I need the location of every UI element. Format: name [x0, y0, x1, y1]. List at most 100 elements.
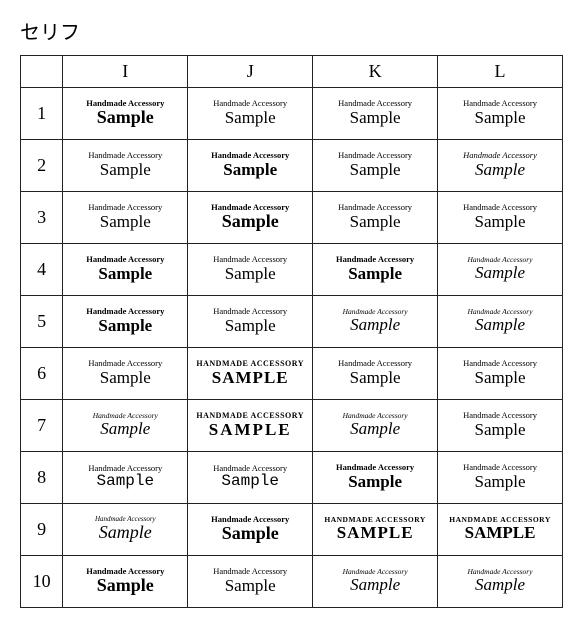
- row-number: 1: [21, 88, 63, 140]
- cell-bottom-text: Sample: [225, 265, 276, 284]
- row-number: 4: [21, 244, 63, 296]
- cell-bottom-text: Sample: [98, 317, 152, 336]
- font-sample-table: I J K L 1Handmade AccessorySampleHandmad…: [20, 55, 563, 608]
- font-sample-cell: Handmade AccessorySample: [188, 192, 313, 244]
- cell-bottom-text: Sample: [350, 316, 400, 335]
- font-sample-cell: Handmade AccessorySample: [313, 244, 438, 296]
- col-header-empty: [21, 56, 63, 88]
- font-sample-cell: Handmade AccessorySample: [188, 556, 313, 608]
- font-sample-cell: Handmade AccessorySample: [63, 88, 188, 140]
- cell-bottom-text: Sample: [222, 524, 279, 544]
- cell-bottom-text: Sample: [97, 576, 154, 596]
- font-sample-cell: Handmade AccessorySample: [188, 452, 313, 504]
- cell-bottom-text: SAMPLE: [337, 524, 414, 543]
- font-sample-cell: Handmade AccessorySample: [438, 88, 563, 140]
- cell-bottom-text: Sample: [100, 369, 151, 388]
- font-sample-cell: Handmade AccessorySample: [313, 452, 438, 504]
- font-sample-cell: Handmade AccessorySample: [313, 556, 438, 608]
- cell-bottom-text: Sample: [96, 473, 154, 491]
- row-number: 10: [21, 556, 63, 608]
- cell-bottom-text: SAMPLE: [212, 369, 289, 388]
- cell-bottom-text: Sample: [225, 317, 276, 336]
- table-row: 5Handmade AccessorySampleHandmade Access…: [21, 296, 563, 348]
- cell-bottom-text: Sample: [97, 108, 154, 128]
- font-sample-cell: Handmade AccessorySample: [313, 140, 438, 192]
- font-sample-cell: Handmade AccessorySample: [438, 400, 563, 452]
- table-row: 10Handmade AccessorySampleHandmade Acces…: [21, 556, 563, 608]
- table-row: 7Handmade AccessorySampleHANDMADE ACCESS…: [21, 400, 563, 452]
- font-sample-cell: Handmade AccessorySample: [63, 556, 188, 608]
- cell-bottom-text: Sample: [475, 213, 526, 232]
- row-number: 2: [21, 140, 63, 192]
- font-sample-cell: HANDMADE ACCESSORYSAMPLE: [313, 504, 438, 556]
- cell-bottom-text: Sample: [475, 421, 526, 440]
- cell-bottom-text: Sample: [225, 577, 276, 596]
- cell-bottom-text: Sample: [225, 109, 276, 128]
- font-sample-cell: HANDMADE ACCESSORYSAMPLE: [188, 400, 313, 452]
- font-sample-cell: Handmade AccessorySample: [188, 296, 313, 348]
- font-sample-cell: Handmade AccessorySample: [63, 296, 188, 348]
- font-sample-cell: Handmade AccessorySample: [63, 400, 188, 452]
- cell-bottom-text: Sample: [475, 161, 525, 180]
- cell-bottom-text: Sample: [475, 473, 526, 492]
- font-sample-cell: Handmade AccessorySample: [188, 244, 313, 296]
- font-sample-cell: HANDMADE ACCESSORYSAMPLE: [438, 504, 563, 556]
- table-row: 1Handmade AccessorySampleHandmade Access…: [21, 88, 563, 140]
- cell-bottom-text: Sample: [475, 264, 525, 283]
- cell-bottom-text: Sample: [350, 420, 400, 439]
- col-header-l: L: [438, 56, 563, 88]
- font-sample-cell: Handmade AccessorySample: [63, 348, 188, 400]
- cell-bottom-text: Sample: [221, 473, 279, 491]
- row-number: 6: [21, 348, 63, 400]
- row-number: 9: [21, 504, 63, 556]
- col-header-k: K: [313, 56, 438, 88]
- cell-bottom-text: Sample: [350, 576, 400, 595]
- table-row: 4Handmade AccessorySampleHandmade Access…: [21, 244, 563, 296]
- page-title: セリフ: [20, 16, 563, 45]
- cell-bottom-text: Sample: [99, 523, 152, 543]
- table-row: 3Handmade AccessorySampleHandmade Access…: [21, 192, 563, 244]
- cell-bottom-text: Sample: [350, 213, 401, 232]
- cell-bottom-text: Sample: [475, 369, 526, 388]
- font-sample-cell: Handmade AccessorySample: [188, 140, 313, 192]
- font-sample-cell: Handmade AccessorySample: [438, 140, 563, 192]
- font-sample-cell: Handmade AccessorySample: [313, 400, 438, 452]
- cell-bottom-text: Sample: [348, 265, 402, 284]
- row-number: 7: [21, 400, 63, 452]
- font-sample-cell: Handmade AccessorySample: [438, 192, 563, 244]
- col-header-j: J: [188, 56, 313, 88]
- cell-bottom-text: Sample: [475, 109, 526, 128]
- font-sample-cell: Handmade AccessorySample: [63, 244, 188, 296]
- cell-bottom-text: Sample: [350, 161, 401, 180]
- table-row: 9Handmade AccessorySampleHandmade Access…: [21, 504, 563, 556]
- cell-bottom-text: Sample: [100, 213, 151, 232]
- cell-bottom-text: Sample: [100, 161, 151, 180]
- font-sample-cell: Handmade AccessorySample: [63, 504, 188, 556]
- font-sample-cell: Handmade AccessorySample: [438, 452, 563, 504]
- cell-bottom-text: Sample: [222, 212, 279, 232]
- cell-bottom-text: SAMPLE: [209, 421, 292, 440]
- col-header-i: I: [63, 56, 188, 88]
- row-number: 8: [21, 452, 63, 504]
- font-sample-cell: HANDMADE ACCESSORYSAMPLE: [188, 348, 313, 400]
- table-row: 2Handmade AccessorySampleHandmade Access…: [21, 140, 563, 192]
- table-row: 8Handmade AccessorySampleHandmade Access…: [21, 452, 563, 504]
- font-sample-cell: Handmade AccessorySample: [313, 192, 438, 244]
- font-sample-cell: Handmade AccessorySample: [188, 504, 313, 556]
- cell-bottom-text: SAMPLE: [465, 524, 536, 543]
- cell-bottom-text: Sample: [350, 369, 401, 388]
- font-sample-cell: Handmade AccessorySample: [63, 140, 188, 192]
- font-sample-cell: Handmade AccessorySample: [438, 244, 563, 296]
- cell-bottom-text: Sample: [350, 109, 401, 128]
- cell-bottom-text: Sample: [100, 420, 150, 439]
- cell-bottom-text: Sample: [223, 161, 277, 180]
- font-sample-cell: Handmade AccessorySample: [313, 88, 438, 140]
- cell-bottom-text: Sample: [98, 265, 152, 284]
- cell-bottom-text: Sample: [475, 316, 525, 335]
- font-sample-cell: Handmade AccessorySample: [188, 88, 313, 140]
- row-number: 3: [21, 192, 63, 244]
- font-sample-cell: Handmade AccessorySample: [313, 296, 438, 348]
- table-row: 6Handmade AccessorySampleHANDMADE ACCESS…: [21, 348, 563, 400]
- font-sample-cell: Handmade AccessorySample: [438, 348, 563, 400]
- row-number: 5: [21, 296, 63, 348]
